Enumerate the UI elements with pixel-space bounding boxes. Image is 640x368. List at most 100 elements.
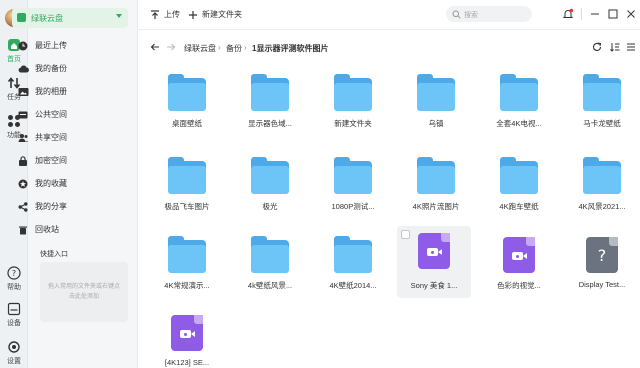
file-item[interactable]: 显示器色域... (235, 70, 305, 144)
sidebar-item-album[interactable]: 我的相册 (12, 80, 128, 103)
svg-text:?: ? (12, 269, 16, 278)
bell-icon[interactable] (562, 8, 574, 20)
file-item[interactable]: 极光 (235, 153, 305, 227)
sidebar-item-my-shares[interactable]: 我的分享 (12, 195, 128, 218)
sidebar-item-label: 我的分享 (35, 202, 67, 211)
maximize-icon[interactable] (607, 8, 619, 20)
rail-item-help[interactable]: ? 帮助 (0, 266, 28, 292)
back-arrow-icon[interactable] (150, 42, 160, 52)
file-name: 4K常规演示... (164, 281, 210, 290)
quick-access-hint: 拖入常用的文件夹或右键点击此处添加 (48, 284, 121, 300)
folder-icon (583, 157, 621, 195)
sidebar-item-label: 我的收藏 (35, 179, 67, 188)
folder-icon (251, 74, 289, 112)
file-item[interactable]: 全套4K电视... (484, 70, 554, 144)
clock-icon (17, 41, 29, 51)
file-item[interactable]: 4K壁纸2014... (318, 232, 388, 306)
upload-button[interactable]: 上传 (150, 9, 180, 20)
top-toolbar: 上传 新建文件夹 搜索 (138, 0, 640, 30)
file-item[interactable]: 4K照片流图片 (401, 153, 471, 227)
file-item[interactable]: ? Display Test... (567, 232, 637, 306)
breadcrumb-current: 1显示器评测软件图片 (252, 44, 329, 53)
sidebar-list: 最近上传 我的备份 我的相册 公共空间 共享空间 加密空间 我的收藏 我的分享 … (12, 34, 128, 241)
view-mode-icon[interactable] (626, 42, 636, 52)
folder-icon (168, 236, 206, 274)
file-item[interactable]: 乌镇 (401, 70, 471, 144)
file-name: 色彩的视觉... (497, 281, 541, 290)
sidebar-item-label: 加密空间 (35, 156, 67, 165)
cloud-disk-icon (17, 13, 26, 22)
sidebar-item-encrypted-space[interactable]: 加密空间 (12, 149, 128, 172)
file-item-hovered[interactable]: Sony 美食 1... (397, 226, 471, 298)
file-name: 4K照片流图片 (412, 202, 460, 211)
folder-icon (500, 74, 538, 112)
search-input[interactable]: 搜索 (446, 6, 532, 22)
sidebar-item-favorites[interactable]: 我的收藏 (12, 172, 128, 195)
close-icon[interactable] (625, 8, 637, 20)
file-name: 4K跑车壁纸 (499, 202, 539, 211)
rail-label: 帮助 (7, 284, 21, 291)
sidebar-item-public-space[interactable]: 公共空间 (12, 103, 128, 126)
folder-icon (334, 236, 372, 274)
help-icon: ? (7, 266, 21, 280)
file-item[interactable]: 4K常规演示... (152, 232, 222, 306)
plus-icon (189, 10, 197, 19)
file-item[interactable]: 新建文件夹 (318, 70, 388, 144)
file-item[interactable]: 桌面壁纸 (152, 70, 222, 144)
file-name: 显示器色域... (248, 119, 292, 128)
folder-icon (334, 157, 372, 195)
new-folder-label: 新建文件夹 (202, 10, 242, 19)
new-folder-button[interactable]: 新建文件夹 (188, 9, 242, 20)
file-name: 乌镇 (428, 119, 444, 128)
unknown-file-icon: ? (583, 236, 621, 274)
forward-arrow-icon[interactable] (166, 42, 176, 52)
sidebar-header-ugreen-cloud[interactable]: 绿联云盘 (12, 8, 128, 28)
sort-icon[interactable] (610, 42, 620, 52)
sidebar-item-label: 我的备份 (35, 64, 67, 73)
select-checkbox[interactable] (401, 230, 410, 239)
device-icon (7, 302, 21, 316)
chevron-down-icon[interactable] (116, 14, 122, 18)
sidebar-item-shared-space[interactable]: 共享空间 (12, 126, 128, 149)
file-name: 极光 (262, 202, 278, 211)
trash-icon (17, 225, 29, 235)
sidebar-item-recent[interactable]: 最近上传 (12, 34, 128, 57)
public-space-icon (17, 110, 29, 120)
quick-access-dropzone[interactable]: 拖入常用的文件夹或右键点击此处添加 (40, 262, 128, 322)
file-item[interactable]: 1080P测试... (318, 153, 388, 227)
file-name: 全套4K电视... (496, 119, 542, 128)
folder-icon (334, 74, 372, 112)
file-name: 桌面壁纸 (172, 119, 202, 128)
file-item[interactable]: 马卡龙壁纸 (567, 70, 637, 144)
video-file-icon (168, 314, 206, 352)
file-item[interactable]: 4k壁纸风景... (235, 232, 305, 306)
folder-icon (500, 157, 538, 195)
folder-icon (168, 74, 206, 112)
sidebar-item-label: 我的相册 (35, 87, 67, 96)
rail-item-device[interactable]: 设备 (0, 302, 28, 328)
sidebar-item-recycle-bin[interactable]: 回收站 (12, 218, 128, 241)
backup-icon (17, 64, 29, 74)
file-item[interactable]: 4K风景2021... (567, 153, 637, 227)
folder-icon (251, 157, 289, 195)
folder-icon (168, 157, 206, 195)
minimize-icon[interactable] (589, 8, 601, 20)
sidebar-item-label: 共享空间 (35, 133, 67, 142)
rail-item-settings[interactable]: 设置 (0, 340, 28, 366)
file-item[interactable]: 极品飞车图片 (152, 153, 222, 227)
video-file-icon (500, 236, 538, 274)
search-icon (452, 10, 461, 19)
file-item[interactable]: 4K跑车壁纸 (484, 153, 554, 227)
breadcrumb-item[interactable]: 绿联云盘 (184, 43, 216, 54)
file-item[interactable]: 色彩的视觉... (484, 232, 554, 306)
upload-label: 上传 (164, 10, 180, 19)
breadcrumb-item[interactable]: 备份 (226, 43, 242, 54)
sidebar-item-label: 回收站 (35, 225, 59, 234)
sidebar-item-backup[interactable]: 我的备份 (12, 57, 128, 80)
refresh-icon[interactable] (592, 42, 602, 52)
sidebar-item-label: 最近上传 (35, 41, 67, 50)
sidebar-item-label: 公共空间 (35, 110, 67, 119)
rail-label: 设置 (7, 358, 21, 365)
file-item[interactable]: [4K123] SE... (152, 310, 222, 368)
breadcrumb-separator: › (218, 43, 221, 52)
